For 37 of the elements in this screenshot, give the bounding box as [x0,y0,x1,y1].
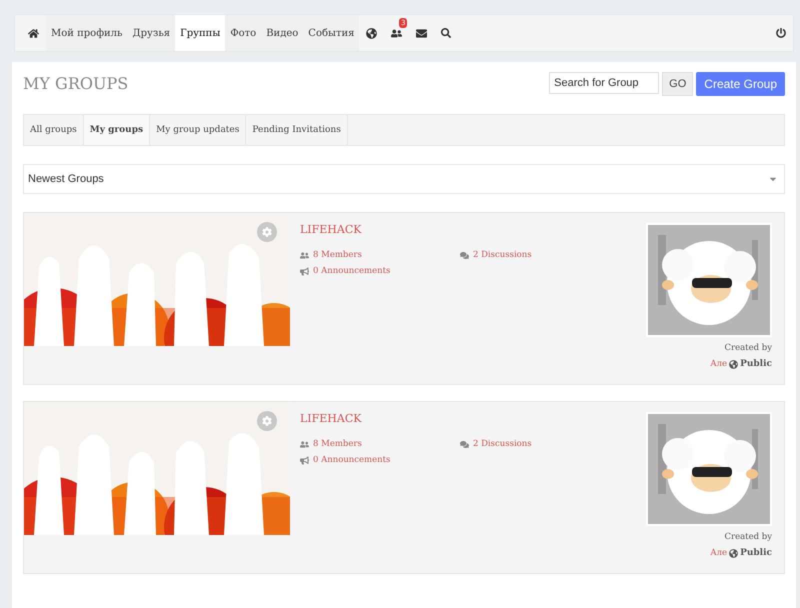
friends-icon [391,28,402,38]
discussions-link[interactable]: 2 Discussions [460,439,532,449]
nav-item[interactable]: Видео [261,15,304,51]
globe-icon [729,360,738,368]
nav-item[interactable]: События [303,15,360,51]
search-field[interactable]: Search for Group [549,72,660,94]
tab[interactable]: Pending Invitations [246,115,348,145]
chat-icon [460,440,469,448]
created-by-label: Created by [724,343,772,353]
members-link[interactable]: 8 Members [300,250,460,260]
group-title[interactable]: LIFEHACK [300,223,632,236]
privacy-label: Public [729,548,772,558]
tab[interactable]: My groups [84,115,150,145]
creator-link[interactable]: Але [710,548,728,558]
discussions-link[interactable]: 2 Discussions [460,250,532,260]
go-button[interactable]: GO [662,72,694,96]
members-icon [300,250,309,260]
globe-icon [729,548,738,558]
announcements-link[interactable]: 0 Announcements [300,455,632,465]
sort-select[interactable]: Newest Groups [23,164,785,194]
creator-link[interactable]: Але [710,359,728,369]
announcements-link[interactable]: 0 Announcements [300,266,632,276]
page-title: MY GROUPS [23,74,128,93]
megaphone-icon [300,456,309,464]
privacy-label: Public [729,359,772,369]
created-by-label: Created by [724,532,772,542]
nav-item[interactable]: Группы [175,15,226,51]
create-group-button[interactable]: Create Group [696,72,785,96]
nav-item[interactable]: Фото [225,15,262,51]
members-icon [300,440,309,448]
megaphone-icon [300,266,309,276]
tab[interactable]: My group updates [150,115,246,145]
members-link[interactable]: 8 Members [300,439,460,449]
nav-item[interactable]: Мой профиль [46,15,128,51]
group-title[interactable]: LIFEHACK [300,412,632,425]
chat-icon [460,250,469,260]
nav-item[interactable]: Друзья [127,15,176,51]
